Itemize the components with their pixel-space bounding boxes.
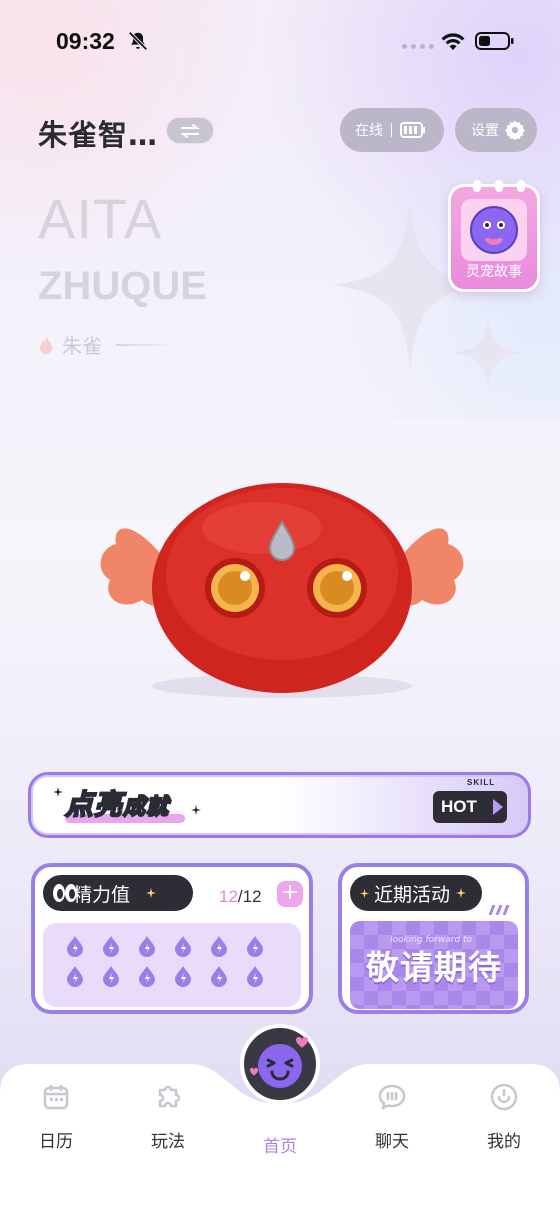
sparkle-icon [360,888,369,898]
bell-muted-icon [128,31,148,51]
pet-zhuque-image [100,483,464,698]
add-energy-button[interactable]: + [277,881,303,907]
achievement-title-main: 点亮 [64,787,124,822]
puzzle-icon [158,1085,181,1108]
energy-drop-icon [139,966,155,987]
sparkle-icon [146,888,157,898]
hero-title-line2: ZHUQUE [38,264,207,308]
nav-item-profile[interactable]: 我的 [464,1082,544,1152]
gear-icon [505,120,525,140]
pet-story-card[interactable]: 灵宠故事 [448,180,540,292]
achievement-title-sub: 成就 [122,794,170,821]
status-time: 09:32 [56,28,115,54]
stripes-decoration [488,905,510,915]
activity-chip: 近期活动 [350,875,482,911]
activity-card[interactable]: 近期活动 looking forward to 敬请期待 [338,863,529,1014]
species-line [116,343,176,346]
energy-drop-icon [247,966,263,987]
energy-total: /12 [237,887,262,906]
nav-item-calendar[interactable]: 日历 [16,1082,96,1152]
settings-label: 设置 [471,123,499,139]
energy-drop-icon [103,966,119,987]
hot-badge-small: SKILL [467,778,496,787]
energy-count: 12/12 [219,887,262,907]
species-name: 朱雀 [62,334,102,358]
energy-drop-icon [211,966,227,987]
online-status-pill[interactable]: 在线 [340,108,444,152]
activity-label: 近期活动 [374,883,451,906]
eyes-icon [53,884,77,902]
binder-rings [473,180,525,192]
achievement-banner[interactable]: 点亮成就 SKILL HOT [28,772,531,838]
nav-item-play[interactable]: 玩法 [128,1082,208,1152]
banner-text: 敬请期待 [366,948,502,987]
energy-label: 精力值 [73,883,131,906]
nav-label-calendar: 日历 [39,1132,73,1152]
signal-dots-icon [402,44,434,49]
nav-item-chat[interactable]: 聊天 [352,1082,432,1152]
energy-drop-icon [139,936,155,957]
story-card-label: 灵宠故事 [466,264,522,280]
energy-drop-icon [103,936,119,957]
achievement-title: 点亮成就 [64,783,170,823]
chat-icon [378,1084,406,1110]
nav-label-home[interactable]: 首页 [240,1132,320,1157]
energy-current: 12 [219,887,238,906]
hero-title-line1: AITA [38,187,163,250]
energy-chip: 精力值 [43,875,193,911]
sparkle-icon [191,805,201,815]
nav-label-play: 玩法 [151,1132,185,1152]
story-card-art [461,199,527,261]
energy-drop-icon [211,936,227,957]
energy-drop-icon [247,936,263,957]
flame-icon [40,335,52,354]
nav-label-chat: 聊天 [375,1132,409,1152]
nav-label-profile: 我的 [487,1132,521,1152]
battery-icon [475,32,514,50]
home-mascot-icon [250,1037,308,1088]
calendar-icon [43,1085,69,1110]
hot-badge-label: HOT [441,797,477,816]
energy-drop-icon [67,936,83,957]
coming-soon-banner[interactable]: looking forward to 敬请期待 [350,921,518,1009]
sparkle-icon [456,888,467,898]
energy-drop-icon [175,966,191,987]
switch-pet-button[interactable] [166,117,214,144]
swap-icon [180,123,200,138]
device-battery-icon [400,122,425,138]
nav-item-home[interactable] [240,1024,320,1104]
energy-card[interactable]: 精力值 12/12 + [31,863,313,1014]
online-label: 在线 [355,123,383,139]
profile-icon [490,1083,518,1111]
divider [391,123,392,137]
energy-drop-icon [67,966,83,987]
status-bar: 09:32 [0,0,560,84]
settings-button[interactable]: 设置 [455,108,537,152]
mascot-icon [470,206,518,254]
energy-drops [43,923,301,1007]
arrow-right-icon [493,799,503,815]
sparkle-icon [53,787,63,797]
pet-name[interactable]: 朱雀智… [38,112,158,154]
energy-drop-icon [175,936,191,957]
hot-badge: SKILL HOT [433,778,507,823]
species-label: 朱雀 [38,330,176,359]
wifi-icon [441,33,465,50]
